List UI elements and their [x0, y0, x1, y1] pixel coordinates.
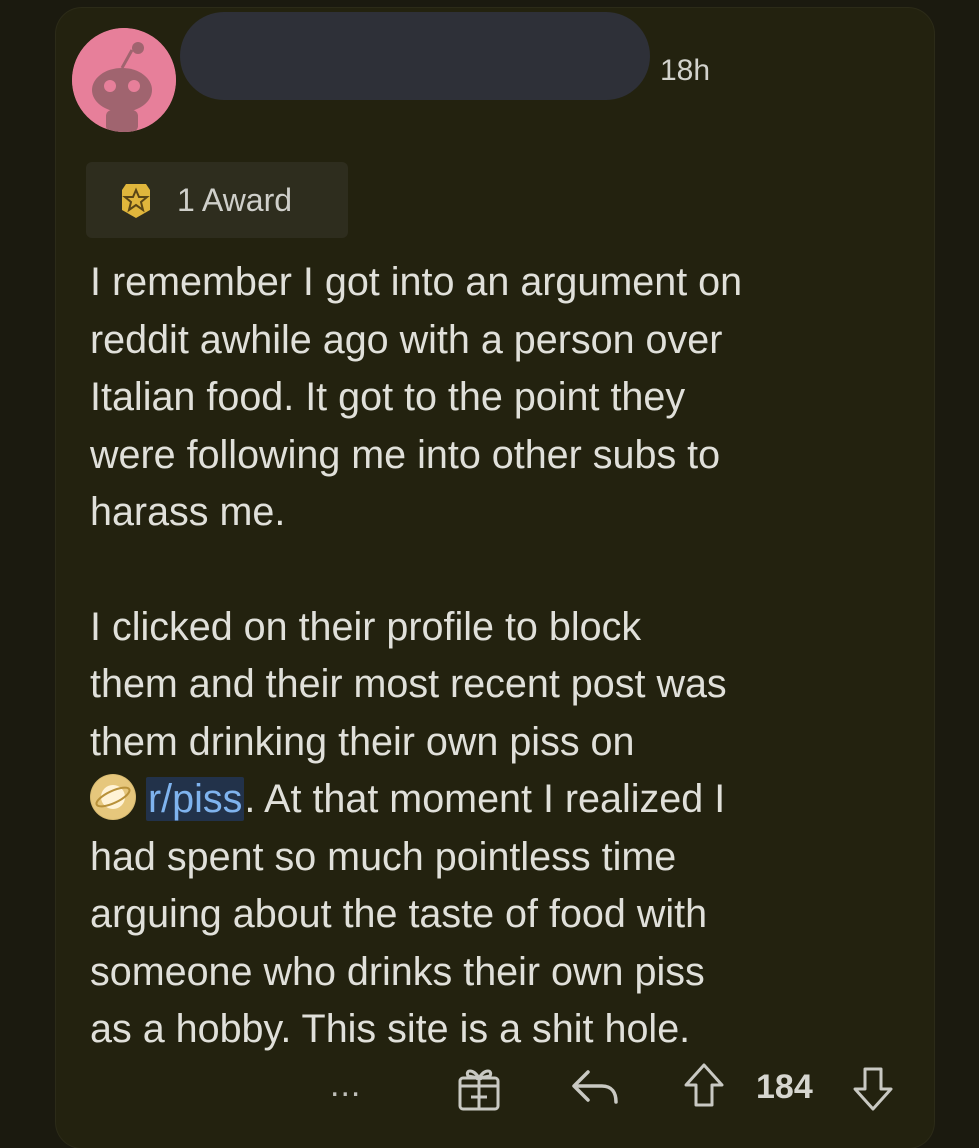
reply-icon — [572, 1070, 618, 1104]
subreddit-icon[interactable] — [90, 774, 136, 820]
text-line: them and their most recent post was — [90, 662, 727, 706]
text-line: Italian food. It got to the point they — [90, 375, 686, 419]
snoo-avatar-icon — [72, 28, 176, 132]
subreddit-link[interactable]: r/piss — [146, 777, 245, 821]
upvote-button[interactable] — [683, 1062, 725, 1108]
reply-button[interactable] — [568, 1066, 620, 1108]
give-award-button[interactable] — [455, 1062, 503, 1112]
text-line: had spent so much pointless time — [90, 834, 677, 879]
upvote-icon — [684, 1063, 724, 1107]
text-line: harass me. — [90, 490, 286, 534]
downvote-button[interactable] — [852, 1066, 894, 1112]
text-line: them drinking their own piss on — [90, 719, 635, 764]
award-badge[interactable]: 1 Award — [86, 162, 348, 238]
paragraph: I remember I got into an argument on red… — [90, 254, 920, 542]
text-line: . At that moment I realized I — [244, 777, 726, 821]
gift-icon — [458, 1069, 500, 1111]
downvote-icon — [853, 1067, 893, 1111]
text-line: were following me into other subs to — [90, 432, 721, 477]
text-line: reddit awhile ago with a person over — [90, 317, 723, 362]
more-options-button[interactable]: ... — [330, 1066, 361, 1122]
username-redaction — [180, 12, 650, 100]
timestamp: 18h — [660, 54, 711, 87]
comment-body: I remember I got into an argument on red… — [90, 254, 920, 1059]
text-line: I remember I got into an argument on — [90, 260, 743, 304]
text-line: as a hobby. This site is a shit hole. — [90, 1007, 691, 1051]
award-label: 1 Award — [177, 182, 293, 218]
award-icon — [122, 184, 150, 218]
user-avatar[interactable] — [72, 28, 176, 132]
text-line: I clicked on their profile to block — [90, 604, 642, 649]
paragraph: I clicked on their profile to block them… — [90, 599, 920, 1059]
text-line: arguing about the taste of food with — [90, 892, 708, 936]
text-line: someone who drinks their own piss — [90, 949, 705, 994]
vote-score: 184 — [756, 1068, 813, 1106]
